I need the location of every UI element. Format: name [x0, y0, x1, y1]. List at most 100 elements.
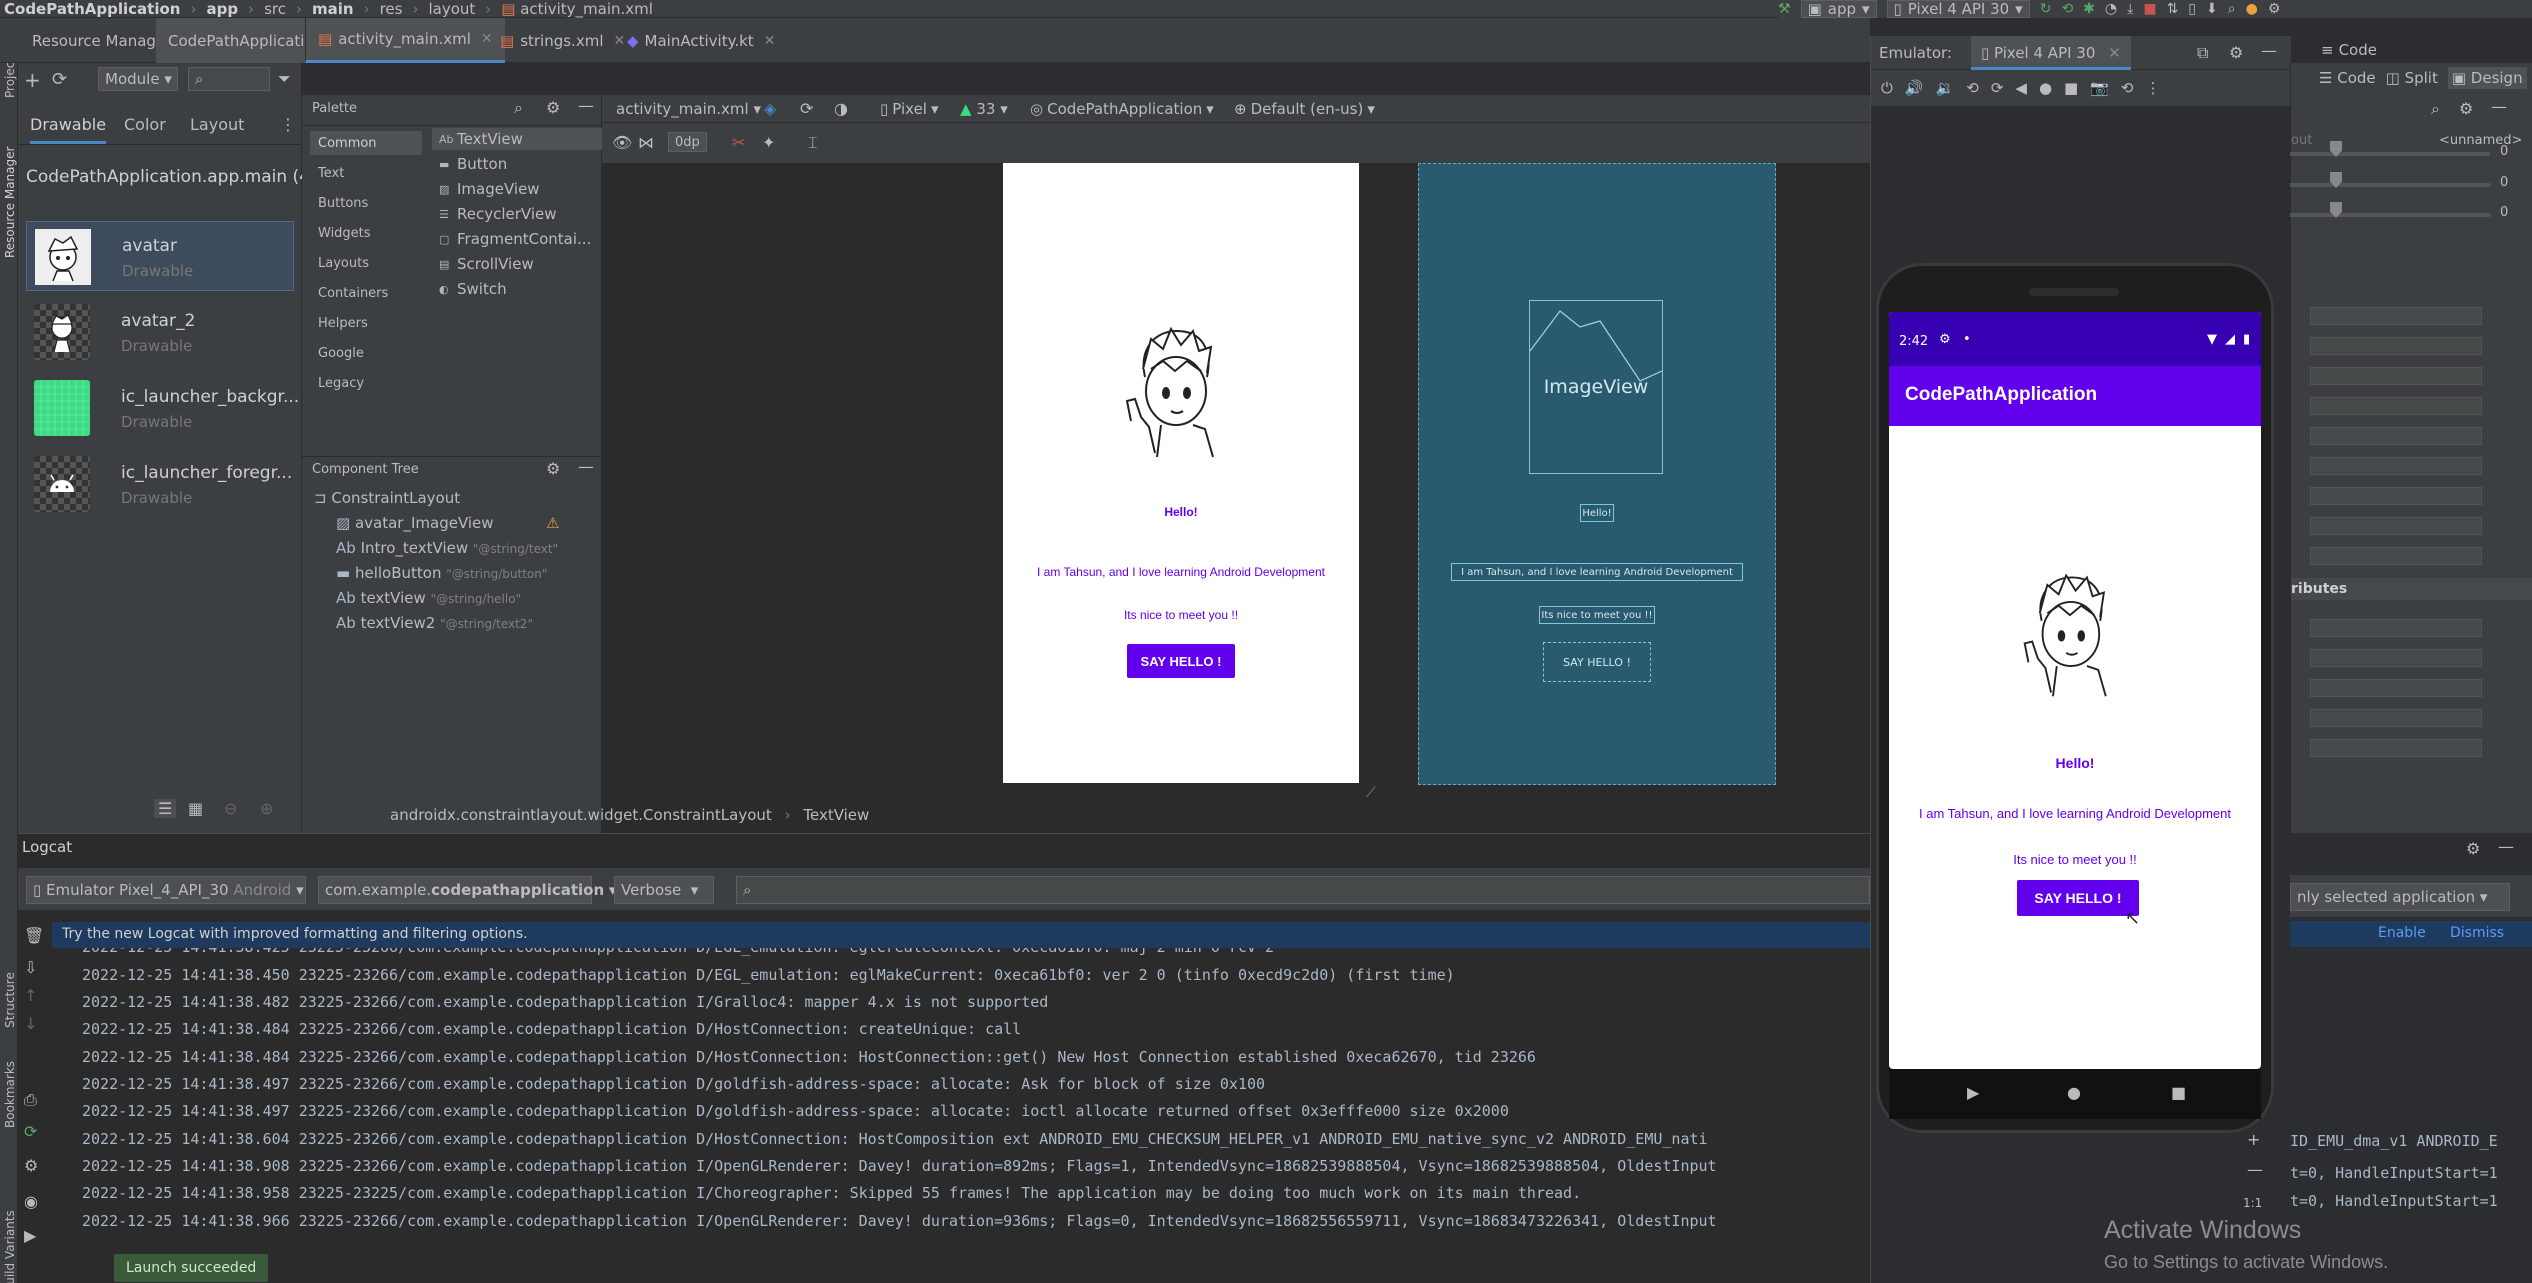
- attribute-field[interactable]: [2310, 517, 2482, 535]
- apply-changes-icon[interactable]: ⟲: [2061, 1, 2073, 17]
- guidelines-icon[interactable]: ⌶: [808, 133, 818, 153]
- attribute-field[interactable]: [2310, 739, 2482, 757]
- tree-node-intro-textview[interactable]: Ab Intro_textView "@string/text": [336, 539, 558, 557]
- refresh-icon[interactable]: ⟳: [52, 69, 67, 90]
- volume-down-icon[interactable]: 🔉: [1936, 79, 1955, 97]
- search-icon[interactable]: ⌕: [514, 98, 523, 118]
- design-view-button[interactable]: ▣ Design: [2447, 67, 2527, 89]
- up-icon[interactable]: ↑: [24, 986, 37, 1005]
- category-buttons[interactable]: Buttons: [318, 196, 368, 211]
- layout-design-preview[interactable]: Hello! I am Tahsun, and I love learning …: [1003, 163, 1359, 783]
- float-window-icon[interactable]: ⧉: [2197, 43, 2208, 63]
- category-helpers[interactable]: Helpers: [318, 316, 368, 331]
- debug-icon[interactable]: ✱: [2083, 1, 2095, 17]
- breadcrumb-layout[interactable]: layout: [428, 0, 475, 18]
- attribute-field[interactable]: [2310, 337, 2482, 355]
- file-dropdown[interactable]: activity_main.xml ▾: [610, 99, 767, 119]
- tree-node-textview[interactable]: Ab textView "@string/hello": [336, 589, 521, 607]
- tree-node-constraintlayout[interactable]: ⊐ ConstraintLayout: [314, 489, 460, 507]
- close-icon[interactable]: ✕: [2108, 44, 2121, 62]
- declared-attributes-header[interactable]: ributes: [2291, 578, 2532, 600]
- grid-view-icon[interactable]: ▦: [188, 799, 203, 818]
- attribute-field[interactable]: [2310, 397, 2482, 415]
- zoom-out-icon[interactable]: ⊖: [224, 799, 237, 818]
- enable-link[interactable]: Enable: [2378, 925, 2426, 941]
- breadcrumb-constraintlayout[interactable]: androidx.constraintlayout.widget.Constra…: [390, 806, 772, 824]
- bookmarks-tool-tab[interactable]: Bookmarks: [3, 1061, 17, 1128]
- add-icon[interactable]: +: [24, 68, 41, 92]
- package-selector[interactable]: com.example. codepathapplication ▾: [318, 876, 616, 904]
- palette-item-textview[interactable]: Ab TextView: [439, 130, 523, 148]
- search-icon[interactable]: ⌕: [2431, 99, 2440, 119]
- attribute-field[interactable]: [2310, 487, 2482, 505]
- blueprint-nice[interactable]: Its nice to meet you !!: [1539, 606, 1655, 624]
- build-variants-tool-tab[interactable]: Build Variants: [3, 1210, 17, 1283]
- build-icon[interactable]: ⚒: [1778, 1, 1791, 17]
- scroll-to-end-icon[interactable]: ⇩: [24, 958, 37, 977]
- more-options-icon[interactable]: ⋮: [2146, 79, 2161, 97]
- margin-slider[interactable]: [2290, 213, 2490, 217]
- zoom-in-icon[interactable]: ⊕: [260, 799, 273, 818]
- sdk-manager-icon[interactable]: ⬇: [2206, 1, 2218, 17]
- screen-record-icon[interactable]: ▶: [24, 1226, 36, 1245]
- minimize-icon[interactable]: —: [2261, 41, 2277, 60]
- resize-handle-icon[interactable]: ⟋: [1366, 785, 1376, 801]
- tab-drawable[interactable]: Drawable: [30, 115, 107, 144]
- filter-config-dropdown[interactable]: nly selected application ▾: [2290, 883, 2510, 911]
- search-icon[interactable]: ⌕: [2228, 1, 2236, 17]
- attach-debugger-icon[interactable]: ⤓: [2127, 1, 2133, 17]
- stop-icon[interactable]: ■: [2143, 1, 2156, 17]
- attribute-field[interactable]: [2310, 427, 2482, 445]
- device-dropdown[interactable]: ▯ Pixel 4 API 30 ▾: [1886, 0, 2030, 18]
- sync-icon[interactable]: ⇅: [2167, 1, 2179, 17]
- margin-slider[interactable]: [2290, 152, 2490, 156]
- structure-tool-tab[interactable]: Structure: [3, 972, 17, 1028]
- tree-node-hellobutton[interactable]: ▬ helloButton "@string/button": [336, 564, 547, 582]
- tab-main-activity[interactable]: ◆ MainActivity.kt ✕: [615, 18, 787, 63]
- margin-slider[interactable]: [2290, 183, 2490, 187]
- minimize-icon[interactable]: —: [578, 457, 594, 476]
- tab-layout[interactable]: Layout: [190, 115, 244, 134]
- resource-search-input[interactable]: ⌕: [188, 67, 270, 91]
- code-view-button[interactable]: ☰ Code: [2319, 69, 2376, 87]
- dismiss-link[interactable]: Dismiss: [2450, 925, 2504, 941]
- filter-icon[interactable]: ⏷: [278, 69, 291, 89]
- palette-item-imageview[interactable]: ▨ ImageView: [439, 180, 540, 198]
- clear-constraints-icon[interactable]: ✂: [732, 133, 745, 152]
- rotate-right-icon[interactable]: ⟳: [1991, 79, 2004, 97]
- breadcrumb-module[interactable]: app: [206, 0, 238, 18]
- device-selector[interactable]: ▯ Emulator Pixel_4_API_30 Android ▾: [26, 876, 306, 904]
- view-options-icon[interactable]: 👁: [612, 133, 632, 152]
- back-icon[interactable]: ◀: [2015, 79, 2027, 97]
- api-level-dropdown[interactable]: ▲ 33 ▾: [954, 99, 1014, 119]
- blueprint-imageview[interactable]: ImageView: [1529, 300, 1663, 474]
- category-widgets[interactable]: Widgets: [318, 226, 371, 241]
- attribute-field[interactable]: [2310, 619, 2482, 637]
- minimize-icon[interactable]: —: [2491, 97, 2507, 116]
- palette-item-recyclerview[interactable]: ☰ RecyclerView: [439, 205, 557, 223]
- clear-logcat-icon[interactable]: 🗑: [24, 926, 44, 945]
- design-surface-icon[interactable]: ◈: [764, 99, 776, 118]
- rotate-left-icon[interactable]: ⟲: [1966, 79, 1979, 97]
- close-icon[interactable]: ✕: [764, 33, 776, 49]
- resource-item-launcher-foreground[interactable]: ic_launcher_foregr... Drawable: [26, 449, 294, 519]
- attribute-field[interactable]: [2310, 307, 2482, 325]
- category-text[interactable]: Text: [318, 166, 344, 181]
- breadcrumb-project[interactable]: CodePathApplication: [4, 0, 180, 18]
- category-google[interactable]: Google: [318, 346, 364, 361]
- warning-icon[interactable]: ⚠: [546, 514, 559, 532]
- module-dropdown[interactable]: Module ▾: [98, 67, 178, 91]
- settings-icon[interactable]: ⚙: [2268, 1, 2281, 17]
- restart-icon[interactable]: ⟳: [24, 1122, 37, 1141]
- profile-icon[interactable]: ◔: [2105, 1, 2117, 17]
- theme-dropdown[interactable]: ◎ CodePathApplication ▾: [1024, 99, 1220, 119]
- category-legacy[interactable]: Legacy: [318, 376, 364, 391]
- zoom-out-icon[interactable]: —: [2247, 1160, 2263, 1179]
- resource-item-avatar[interactable]: avatar Drawable: [26, 221, 294, 291]
- zoom-in-icon[interactable]: +: [2247, 1130, 2260, 1149]
- print-icon[interactable]: ⎙: [24, 1090, 37, 1110]
- breadcrumb-file[interactable]: ▤ activity_main.xml: [501, 0, 653, 18]
- category-common[interactable]: Common: [318, 136, 377, 151]
- project-tool-tab[interactable]: Project: [3, 57, 17, 98]
- gear-icon[interactable]: ⚙: [2229, 43, 2243, 62]
